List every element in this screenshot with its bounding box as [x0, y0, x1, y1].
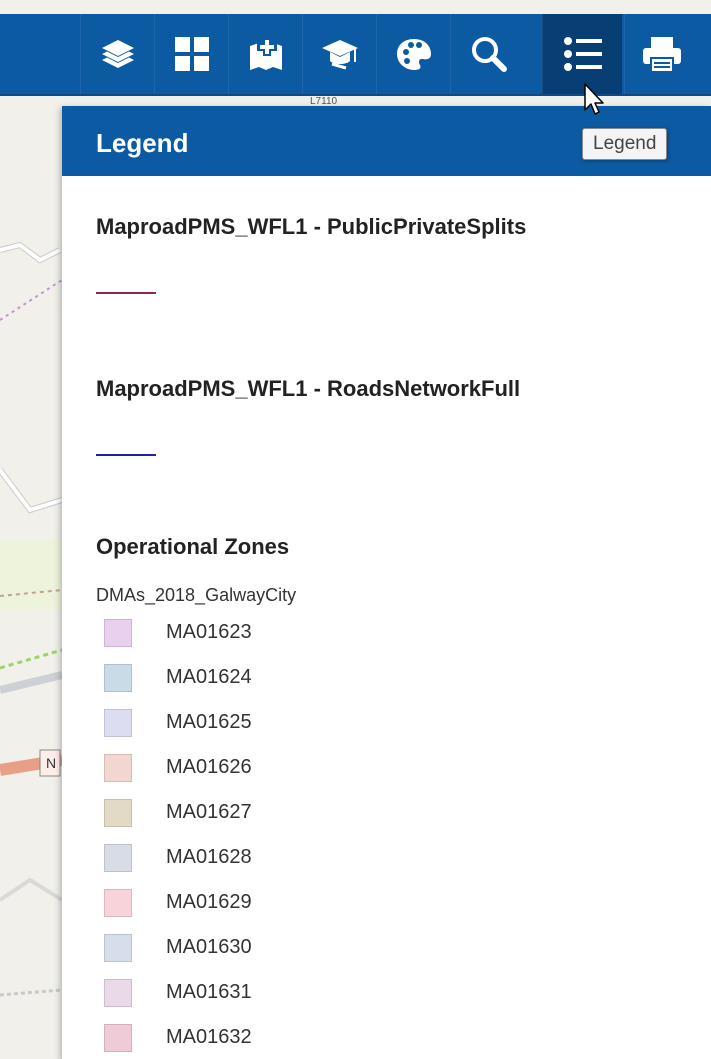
zone-swatch — [104, 1024, 132, 1052]
legend-panel-title: Legend — [96, 128, 189, 158]
tool-search[interactable] — [450, 14, 524, 94]
zone-label: MA01631 — [166, 981, 252, 1003]
layers-icon — [101, 40, 134, 68]
zone-swatch — [104, 619, 132, 647]
tool-layers[interactable] — [80, 14, 154, 94]
zone-label: MA01624 — [166, 666, 252, 688]
zone-swatch — [104, 844, 132, 872]
layer-title-operational-zones: Operational Zones — [96, 534, 290, 559]
legend-list-icon — [563, 37, 602, 71]
line-swatch-public-private-splits — [96, 292, 156, 294]
tool-legend[interactable] — [542, 14, 622, 94]
graduation-cap-icon — [321, 40, 358, 70]
line-swatch-roads-network-full — [96, 454, 156, 456]
zone-label: MA01625 — [166, 711, 252, 733]
tool-print[interactable] — [624, 14, 698, 94]
zone-label: MA01630 — [166, 936, 252, 958]
tool-add-data[interactable] — [228, 14, 302, 94]
add-data-icon — [249, 38, 282, 70]
zone-label: MA01626 — [166, 756, 252, 778]
zone-swatch — [104, 934, 132, 962]
layer-title-public-private-splits: MaproadPMS_WFL1 - PublicPrivateSplits — [96, 214, 527, 239]
zone-swatch — [104, 754, 132, 782]
zone-label: MA01629 — [166, 891, 252, 913]
basemap-gallery-icon — [174, 37, 209, 71]
tool-palette[interactable] — [376, 14, 450, 94]
zone-label: MA01632 — [166, 1026, 252, 1048]
legend-panel: Legend MaproadPMS_WFL1 - PublicPrivateSp… — [62, 106, 711, 1059]
legend-tooltip: Legend — [582, 128, 668, 160]
zone-swatch — [104, 709, 132, 737]
map-label: N — [46, 755, 56, 771]
layer-title-roads-network-full: MaproadPMS_WFL1 - RoadsNetworkFull — [96, 376, 521, 401]
search-icon — [471, 37, 507, 72]
palette-icon — [396, 39, 431, 70]
tool-learn[interactable] — [302, 14, 376, 94]
tool-basemap-gallery[interactable] — [154, 14, 228, 94]
zones-subtitle: DMAs_2018_GalwayCity — [96, 585, 297, 605]
zone-swatch — [104, 979, 132, 1007]
zone-label: MA01623 — [166, 621, 252, 643]
zone-label: MA01627 — [166, 801, 252, 823]
zone-label: MA01628 — [166, 846, 252, 868]
zone-swatch — [104, 799, 132, 827]
zone-swatch — [104, 664, 132, 692]
zone-swatch — [104, 889, 132, 917]
print-icon — [642, 37, 681, 73]
mouse-cursor-icon — [584, 83, 604, 115]
